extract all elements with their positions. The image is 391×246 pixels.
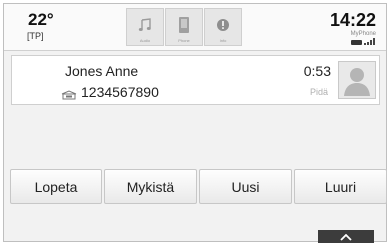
tab-phone[interactable]: Phone	[165, 8, 203, 46]
mute-button[interactable]: Mykistä	[104, 169, 197, 204]
phone-icon	[178, 16, 190, 39]
tab-info-label: Info	[219, 38, 227, 43]
contact-avatar	[338, 61, 376, 99]
music-icon	[138, 17, 152, 37]
app-tabs: Audio Phone Info	[126, 8, 243, 46]
tp-indicator: [TP]	[27, 31, 44, 41]
temperature: 22°	[28, 10, 54, 29]
tab-info[interactable]: Info	[204, 8, 242, 46]
home-phone-icon	[61, 87, 77, 100]
tab-phone-label: Phone	[178, 38, 190, 43]
chevron-up-icon	[340, 228, 352, 246]
new-call-button[interactable]: Uusi	[199, 169, 292, 204]
caller-name: Jones Anne	[65, 63, 139, 79]
signal-icon	[364, 38, 376, 45]
caller-number: 1234567890	[81, 84, 159, 100]
end-call-button[interactable]: Lopeta	[10, 169, 102, 204]
handset-button[interactable]: Luuri	[294, 169, 387, 204]
expand-handle[interactable]	[318, 230, 374, 243]
info-icon	[216, 18, 230, 37]
status-bar: 22° [TP] Audio Phone Info 14:22 MyPhone	[4, 4, 386, 51]
screen-frame: 22° [TP] Audio Phone Info 14:22 MyPhone …	[3, 3, 389, 243]
person-icon	[344, 68, 370, 96]
battery-icon	[351, 40, 362, 45]
caller-number-row: 1234567890	[61, 84, 159, 100]
tab-audio-label: Audio	[139, 38, 151, 43]
active-call-card: Jones Anne 1234567890 0:53 Pidä	[11, 55, 380, 105]
clock: 14:22	[329, 10, 376, 30]
hold-button[interactable]: Pidä	[310, 87, 328, 97]
connected-phone-name: MyPhone	[350, 31, 376, 37]
tab-audio[interactable]: Audio	[126, 8, 164, 46]
call-actions: Lopeta Mykistä Uusi Luuri	[10, 169, 389, 204]
call-duration: 0:53	[303, 63, 331, 79]
